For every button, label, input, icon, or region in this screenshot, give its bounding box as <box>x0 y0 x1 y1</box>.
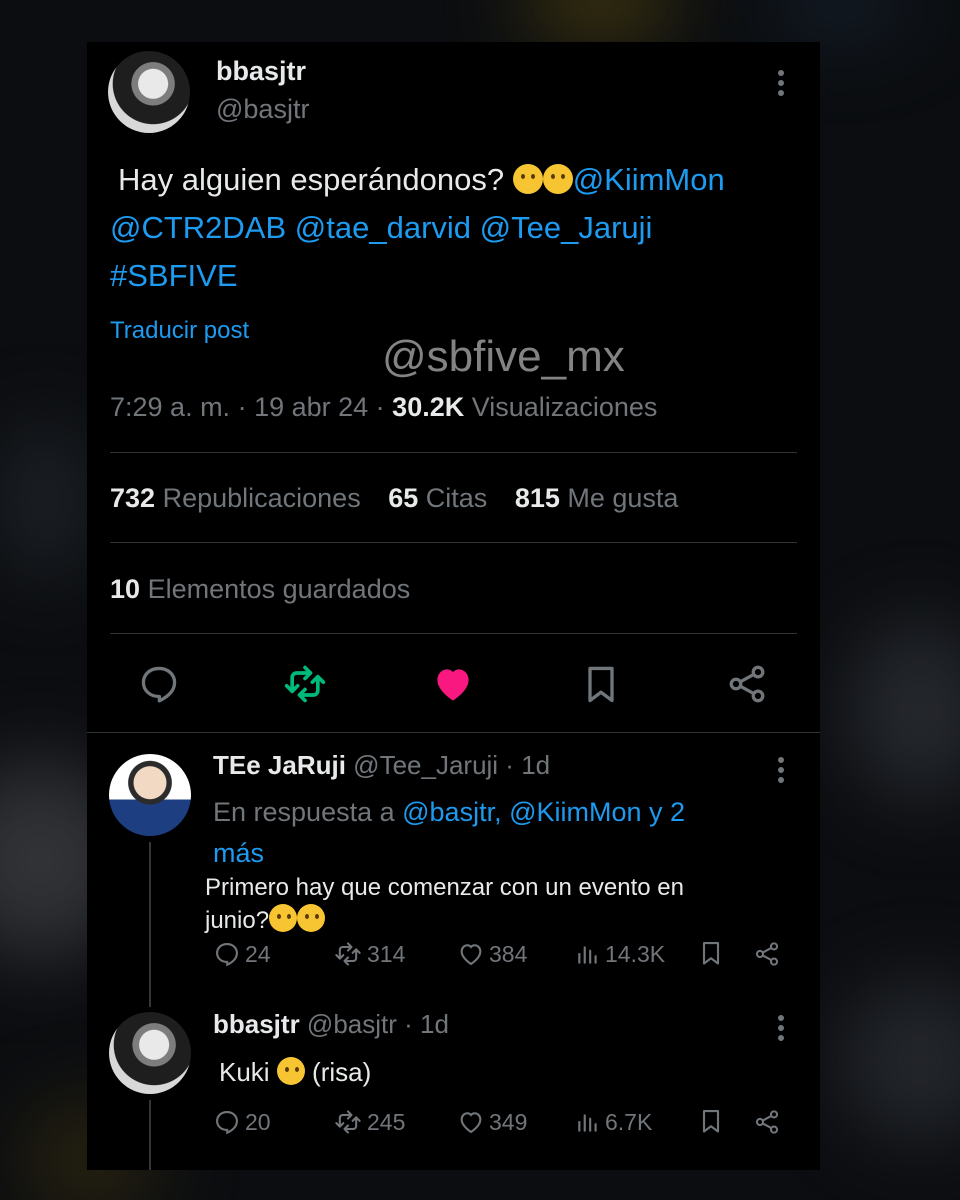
thinking-face-emoji <box>512 164 543 194</box>
reply-text: Primero hay que comenzar con un evento e… <box>205 874 684 934</box>
avatar[interactable] <box>109 1012 191 1094</box>
share-icon[interactable] <box>725 662 769 711</box>
views-count: 30.2K <box>392 392 465 422</box>
reply-text: Kuki (risa) <box>219 1057 372 1087</box>
reply-author-name[interactable]: bbasjtr <box>213 1009 300 1039</box>
thread-line <box>149 842 151 1007</box>
views-label: Visualizaciones <box>471 392 658 422</box>
face-with-hand-over-mouth-emoji <box>269 904 298 932</box>
reply-like-button[interactable]: 384 <box>457 940 527 968</box>
reply-like-button[interactable]: 349 <box>457 1108 527 1136</box>
divider <box>110 633 797 634</box>
comment-count: 24 <box>245 940 271 967</box>
bookmark-icon[interactable] <box>697 1106 725 1141</box>
watermark: @sbfive_mx <box>382 332 625 381</box>
reply-icon[interactable] <box>137 662 181 711</box>
reply-comment-button[interactable]: 24 <box>213 940 271 968</box>
reply-header: TEe JaRuji @Tee_Jaruji · 1d <box>213 750 551 780</box>
reply-repost-button[interactable]: 314 <box>333 940 405 968</box>
like-count: 384 <box>489 940 528 967</box>
quotes-stat[interactable]: 65 Citas <box>388 483 487 513</box>
reply-header: bbasjtr @basjtr · 1d <box>213 1009 449 1039</box>
post-text-start: Hay alguien esperándonos? <box>118 162 513 197</box>
bookmark-icon[interactable] <box>697 938 725 973</box>
divider <box>110 452 797 453</box>
repost-count: 314 <box>367 940 406 967</box>
avatar[interactable] <box>109 754 191 836</box>
mention-link[interactable]: @tae_darvid <box>295 210 471 245</box>
author-name[interactable]: bbasjtr <box>216 56 306 87</box>
reply-comment-button[interactable]: 20 <box>213 1108 271 1136</box>
reply-to-more[interactable]: más <box>213 838 264 868</box>
hashtag-link[interactable]: #SBFIVE <box>110 258 238 293</box>
face-with-hand-over-mouth-emoji <box>276 1057 305 1085</box>
mention-link[interactable]: @CTR2DAB <box>110 210 286 245</box>
more-options-icon[interactable] <box>769 755 793 790</box>
reply-context: En respuesta a @basjtr, @KiimMon y 2 más <box>213 797 686 868</box>
reply-views-button[interactable]: 14.3K <box>575 940 665 968</box>
comment-count: 20 <box>245 1108 271 1135</box>
like-count: 349 <box>489 1108 528 1135</box>
more-options-icon[interactable] <box>769 1013 793 1048</box>
likes-stat[interactable]: 815 Me gusta <box>515 483 679 513</box>
reply-age[interactable]: 1d <box>420 1009 449 1039</box>
reply-author-handle[interactable]: @Tee_Jaruji <box>353 750 498 780</box>
divider <box>110 542 797 543</box>
repost-icon[interactable] <box>283 662 327 711</box>
bookmark-icon[interactable] <box>579 662 623 711</box>
translate-post-link[interactable]: Traducir post <box>110 317 249 345</box>
post-time[interactable]: 7:29 a. m. <box>110 392 230 422</box>
more-options-icon[interactable] <box>769 68 793 103</box>
mention-link[interactable]: @KiimMon <box>573 162 725 197</box>
reply-author-name[interactable]: TEe JaRuji <box>213 750 346 780</box>
reply-to-link[interactable]: @basjtr, @KiimMon y 2 <box>402 797 685 827</box>
share-icon[interactable] <box>753 940 781 973</box>
engagement-stats: 732 Republicaciones 65 Citas 815 Me gust… <box>110 483 678 514</box>
thread-line <box>149 1100 151 1170</box>
reposts-stat[interactable]: 732 Republicaciones <box>110 483 361 513</box>
post-meta: 7:29 a. m. · 19 abr 24 · 30.2K Visualiza… <box>110 392 658 422</box>
mention-link[interactable]: @Tee_Jaruji <box>480 210 653 245</box>
views-count: 14.3K <box>605 940 666 967</box>
reply-views-button[interactable]: 6.7K <box>575 1108 652 1136</box>
share-icon[interactable] <box>753 1108 781 1141</box>
author-handle[interactable]: @basjtr <box>216 94 309 125</box>
reply-repost-button[interactable]: 245 <box>333 1108 405 1136</box>
face-with-hand-over-mouth-emoji <box>297 904 326 932</box>
avatar[interactable] <box>108 51 190 133</box>
face-with-monocle-emoji <box>542 164 573 194</box>
reply-age[interactable]: 1d <box>521 750 550 780</box>
like-icon[interactable] <box>431 662 475 711</box>
reply-author-handle[interactable]: @basjtr <box>307 1009 397 1039</box>
divider <box>87 732 820 733</box>
bookmarks-stat[interactable]: 10 Elementos guardados <box>110 574 410 605</box>
views-count: 6.7K <box>605 1108 653 1135</box>
repost-count: 245 <box>367 1108 406 1135</box>
post-date[interactable]: 19 abr 24 <box>254 392 368 422</box>
post-card: bbasjtr @basjtr Hay alguien esperándonos… <box>87 42 820 1170</box>
post-text: Hay alguien esperándonos? @KiimMon @CTR2… <box>110 156 790 300</box>
